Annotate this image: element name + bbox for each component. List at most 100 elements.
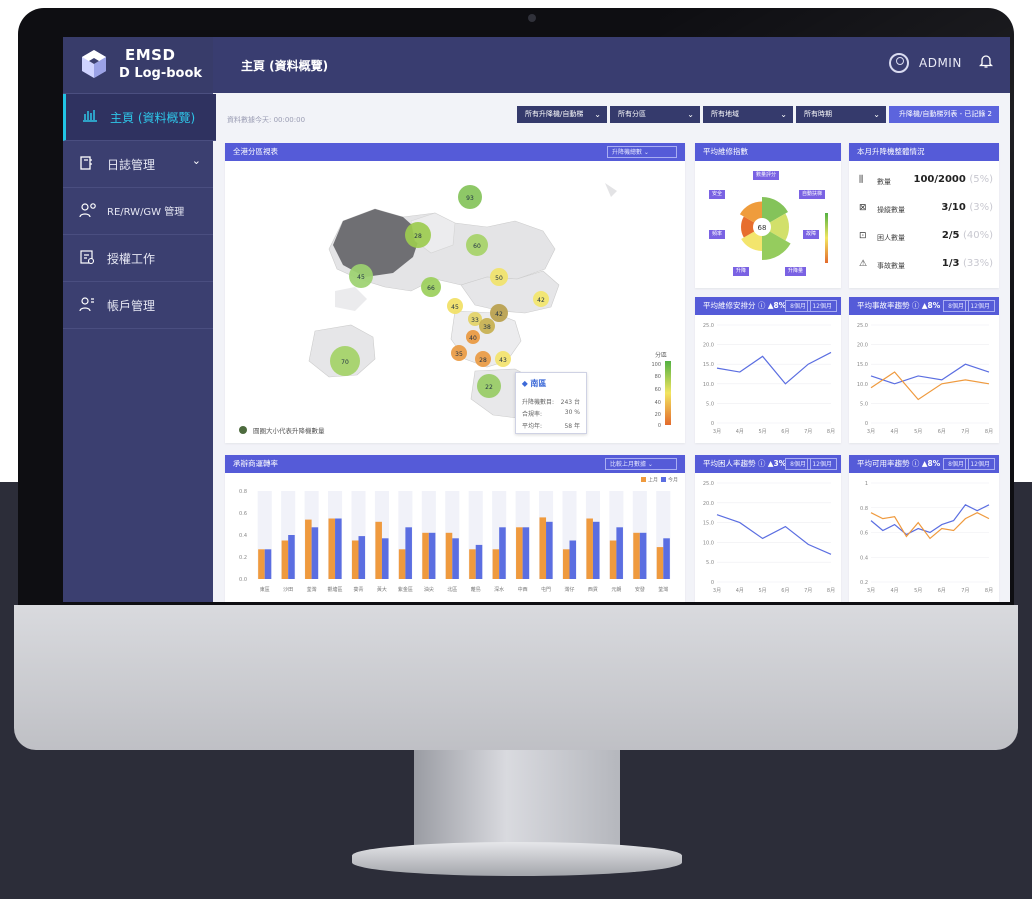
bar — [358, 536, 366, 579]
bar — [546, 521, 553, 579]
district-bubble[interactable]: 38 — [479, 318, 495, 334]
user-name[interactable]: ADMIN — [919, 56, 962, 70]
trend-line-chart[interactable]: 1 0.8 0.6 0.4 0.2 3月 4月 5月 6月 7月 8月 — [849, 473, 999, 602]
y-tick-label: 0.2 — [860, 580, 868, 586]
contractor-bar-chart[interactable]: 上月 今月 0.8 0.6 0.4 0.2 0.0 東區 沙田 荃灣 觀塘區 葵青 黃大 紫金區 油尖 北區 離… — [225, 473, 685, 602]
monitor-chin — [14, 605, 1018, 750]
x-tick-label: 6月 — [781, 588, 789, 594]
x-tick-label: 8月 — [827, 429, 835, 435]
period-chip[interactable]: 12個月 — [807, 458, 837, 470]
district-bubble[interactable]: 45 — [447, 298, 463, 314]
hong-kong-map[interactable]: 93 28 60 45 50 66 42 45 33 38 42 40 35 7… — [225, 161, 685, 443]
district-bubble[interactable]: 43 — [495, 351, 511, 367]
district-bubble[interactable]: 66 — [421, 277, 441, 297]
kpi-label: 事故數量 — [877, 262, 905, 270]
period-chip[interactable]: 12個月 — [965, 458, 995, 470]
filter-district[interactable]: 所有分區 ⌄ — [610, 106, 700, 123]
logo[interactable]: EMSD D Log-book — [63, 37, 213, 94]
kpi-label: 操縱數量 — [877, 206, 905, 214]
sidebar-item-authorization[interactable]: 授權工作 — [63, 235, 213, 282]
y-tick-label: 0.8 — [860, 506, 868, 512]
info-icon[interactable]: ⓘ — [756, 301, 768, 310]
district-bubble[interactable]: 28 — [405, 222, 431, 248]
period-chip[interactable]: 12個月 — [965, 300, 995, 312]
trend-card-header: 平均困人率趨勢 ⓘ ▲3% 8個月 12個月 — [695, 455, 841, 473]
district-bubble[interactable]: 42 — [533, 291, 549, 307]
kpi-incident: ⚠ 事故數量 1/3 (33%) — [859, 257, 993, 277]
compare-dropdown[interactable]: 比較上月數據 ⌄ — [605, 458, 677, 470]
svg-text:22: 22 — [485, 384, 493, 391]
y-tick-label: 0.6 — [860, 531, 868, 537]
y-tick-label: 25.0 — [703, 323, 714, 329]
district-bubble[interactable]: 22 — [477, 374, 501, 398]
avatar-icon[interactable] — [889, 53, 909, 73]
info-icon[interactable]: ⓘ — [756, 459, 768, 468]
svg-text:68: 68 — [758, 224, 767, 232]
district-bubble[interactable]: 93 — [458, 185, 482, 209]
svg-text:28: 28 — [479, 357, 487, 364]
sidebar-item-accounts[interactable]: 帳戶管理 — [63, 282, 213, 329]
period-chip[interactable]: 12個月 — [807, 300, 837, 312]
radial-tag: 自動扶梯 — [799, 190, 826, 199]
kpi-value: 100/2000 (5%) — [913, 174, 993, 185]
trend-card-header: 平均事故率趨勢 ⓘ ▲8% 8個月 12個月 — [849, 297, 999, 315]
contractor-rate-card: 承辦商運轉率 比較上月數據 ⌄ 上月 今月 0.8 0.6 0.4 0.2 0.0 東區 沙田 荃… — [225, 455, 685, 602]
bar — [375, 521, 382, 579]
district-bubble[interactable]: 42 — [490, 304, 508, 322]
bar — [616, 527, 623, 579]
bar — [311, 527, 319, 579]
district-bubble[interactable]: 45 — [349, 264, 373, 288]
filter-region[interactable]: 所有地域 ⌄ — [703, 106, 793, 123]
district-bubble[interactable]: 40 — [466, 330, 480, 344]
kpi-value: 2/5 (40%) — [942, 230, 993, 241]
filter-label: 所有升降機/自動梯 — [525, 110, 584, 118]
kpi-trapped: ⊡ 困人數量 2/5 (40%) — [859, 229, 993, 249]
district-bubble[interactable]: 70 — [330, 346, 360, 376]
svg-text:45: 45 — [357, 274, 365, 281]
radial-chart[interactable]: 68 — [695, 161, 841, 288]
y-tick-label: 5.0 — [706, 401, 714, 407]
map-dropdown[interactable]: 升降機總數 ⌄ — [607, 146, 677, 158]
people-gear-icon — [79, 202, 96, 218]
y-tick-label: 20.0 — [857, 343, 868, 349]
district-bubble[interactable]: 35 — [451, 345, 467, 361]
bar — [264, 549, 272, 579]
district-bubble[interactable]: 28 — [475, 351, 491, 367]
info-icon[interactable]: ⓘ — [910, 459, 922, 468]
trend-title: 平均困人率趨勢 — [703, 459, 756, 468]
logo-cube-icon — [82, 50, 106, 78]
x-tick-label: 荃灣 — [658, 586, 668, 593]
filter-period[interactable]: 所有時期 ⌄ — [796, 106, 886, 123]
trend-line-chart[interactable]: 25.0 20.0 15.0 10.0 5.0 0 3月 4月 5月 6月 7月 8月 — [695, 473, 841, 602]
filter-lift-type[interactable]: 所有升降機/自動梯 ⌄ — [517, 106, 607, 123]
bar — [492, 549, 500, 579]
sidebar-item-logbook[interactable]: 日誌管理 ⌄ — [63, 141, 213, 188]
bar — [592, 521, 600, 579]
y-tick-label: 0 — [865, 421, 868, 427]
sidebar-item-re-rw-gw[interactable]: RE/RW/GW 管理 — [63, 188, 213, 235]
district-bubble[interactable]: 50 — [490, 268, 508, 286]
kpi-percent: (5%) — [969, 174, 993, 185]
trend-line-chart[interactable]: 25.0 20.0 15.0 10.0 5.0 0 3月 4月 5月 6月 7月 8月 — [695, 315, 841, 443]
top-bar: 主頁 (資料概覽) ADMIN — [213, 37, 1010, 93]
info-icon[interactable]: ⓘ — [910, 301, 922, 310]
x-tick-label: 4月 — [736, 588, 744, 594]
bell-icon[interactable] — [978, 53, 994, 71]
lift-list-button[interactable]: 升降機/自動梯列表 - 已記錄 2 — [889, 106, 999, 123]
district-bubble[interactable]: 60 — [466, 234, 488, 256]
svg-text:42: 42 — [537, 297, 545, 304]
svg-text:42: 42 — [495, 311, 503, 318]
kpi-number: 1/3 — [941, 258, 960, 269]
tooltip-value: 30 % — [564, 409, 580, 416]
scale-tick: 40 — [655, 400, 661, 406]
kpi-label: 困人數量 — [877, 234, 905, 242]
svg-text:40: 40 — [469, 335, 477, 342]
sidebar-item-home[interactable]: 主頁 (資料概覽) — [63, 94, 216, 141]
trend-card-maintenance: 平均維修安排分 ⓘ ▲8% 8個月 12個月 25.0 20.0 15.0 10.0 5.0 0… — [695, 297, 841, 443]
svg-text:60: 60 — [473, 243, 481, 250]
x-tick-label: 西貢 — [588, 587, 598, 593]
trend-line-chart[interactable]: 25.0 20.0 15.0 10.0 5.0 0 3月 4月 5月 6月 7月 8月 — [849, 315, 999, 443]
trend-delta: ▲8% — [921, 301, 941, 310]
bar — [656, 547, 664, 579]
x-tick-label: 油尖 — [424, 586, 434, 593]
